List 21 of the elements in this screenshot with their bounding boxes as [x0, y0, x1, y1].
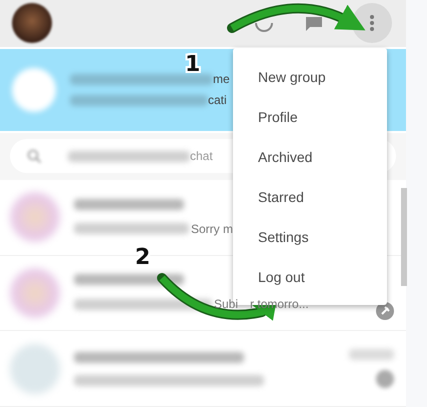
notification-icon: [12, 68, 56, 112]
message-preview: r tomorro...: [250, 297, 309, 312]
message-preview: Subi: [214, 297, 238, 312]
menu-item[interactable]: Profile: [233, 97, 387, 137]
banner-text: me: [213, 72, 230, 86]
menu-item[interactable]: Settings: [233, 217, 387, 257]
menu-item[interactable]: New group: [233, 57, 387, 97]
menu-item[interactable]: Log out: [233, 257, 387, 297]
chat-avatar: [10, 192, 60, 242]
profile-avatar[interactable]: [12, 3, 52, 44]
banner-text: cati: [208, 93, 227, 108]
menu-button[interactable]: [352, 3, 392, 44]
message-preview: Sorry m: [191, 222, 233, 236]
menu-item[interactable]: Starred: [233, 177, 387, 217]
blurred-text: [349, 349, 394, 360]
step-number: 1: [185, 54, 200, 76]
more-icon: [370, 15, 374, 32]
chat-avatar: [10, 268, 60, 318]
search-placeholder: chat: [190, 149, 213, 164]
search-icon: [26, 148, 42, 164]
scrollbar[interactable]: [401, 188, 407, 286]
